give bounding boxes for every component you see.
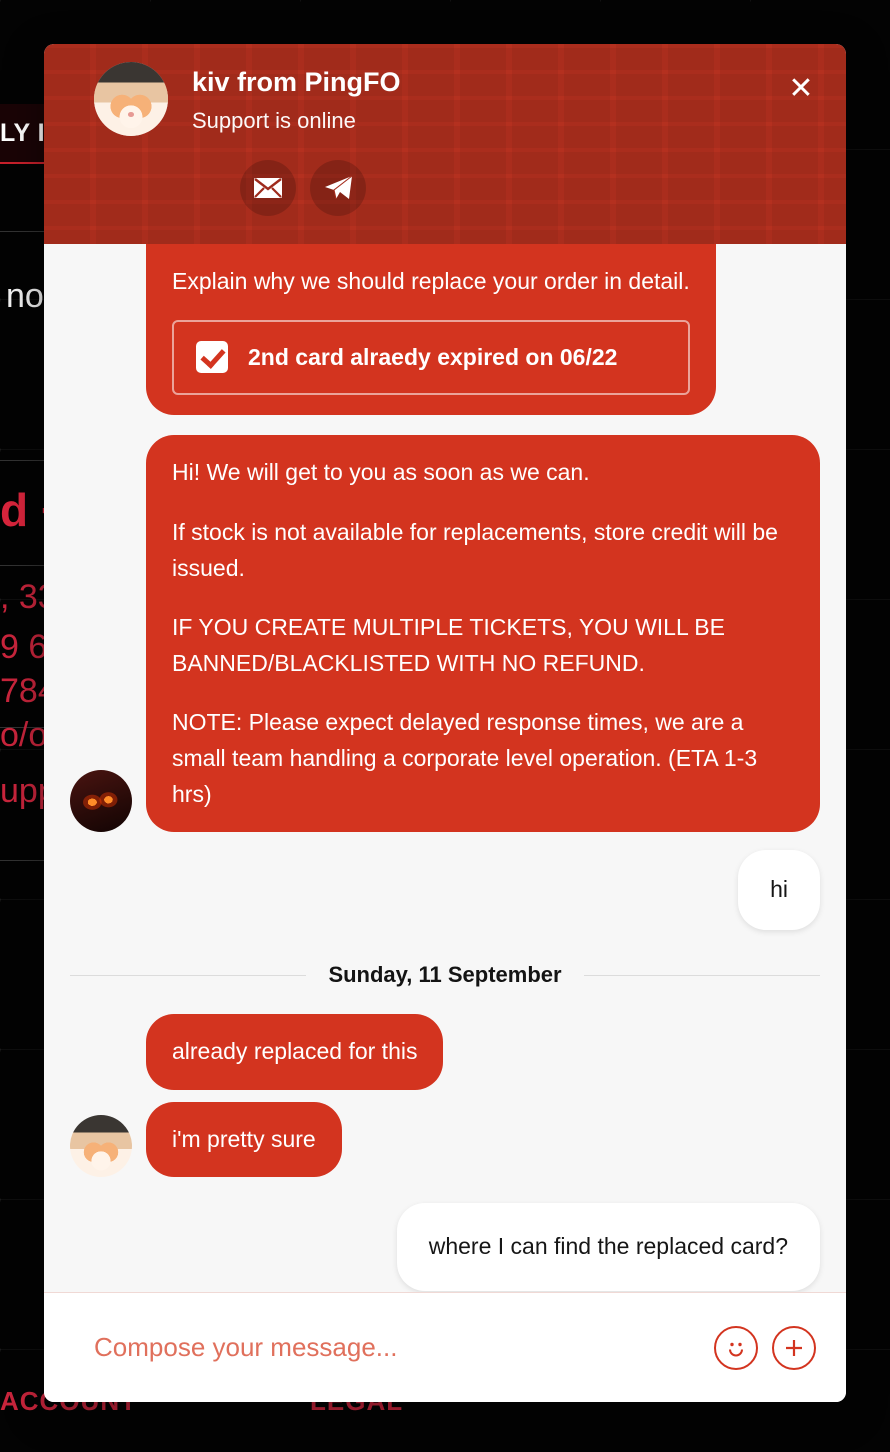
- message-text: hi: [770, 876, 788, 903]
- divider-line: [583, 974, 821, 976]
- message-list[interactable]: Explain why we should replace your order…: [44, 244, 846, 1292]
- emoji-button[interactable]: [714, 1325, 758, 1370]
- chat-header-actions: [240, 160, 820, 216]
- chat-title: kiv from PingFO: [192, 67, 401, 97]
- page-background: LY IS not d + , 33 9 6/ 784 o/o upp ACCO…: [0, 0, 890, 1452]
- message-row: i'm pretty sure: [70, 1101, 820, 1178]
- message-text: Explain why we should replace your order…: [172, 268, 690, 294]
- composer-bar: [44, 1292, 846, 1402]
- paper-plane-icon: [325, 175, 353, 200]
- cat-avatar-image: [70, 1115, 132, 1178]
- composer-actions: [714, 1325, 816, 1370]
- avatar: [94, 62, 168, 136]
- option-label: 2nd card alraedy expired on 06/22: [248, 343, 618, 370]
- checkbox-checked-icon[interactable]: [196, 341, 228, 374]
- envelope-icon: [254, 178, 282, 198]
- message-text: NOTE: Please expect delayed response tim…: [172, 709, 758, 807]
- message-row: already replaced for this: [70, 1014, 820, 1090]
- telegram-button[interactable]: [310, 160, 366, 216]
- close-icon[interactable]: ✕: [784, 74, 818, 108]
- message-text: IF YOU CREATE MULTIPLE TICKETS, YOU WILL…: [172, 614, 725, 676]
- option-checkbox-row[interactable]: 2nd card alraedy expired on 06/22: [172, 319, 690, 396]
- message-bubble-agent: Explain why we should replace your order…: [146, 244, 716, 416]
- avatar: [70, 1115, 132, 1178]
- chat-status: Support is online: [192, 108, 356, 134]
- email-button[interactable]: [240, 160, 296, 216]
- message-bubble-agent: already replaced for this: [146, 1014, 444, 1090]
- message-row: hi: [70, 850, 820, 931]
- message-row: Explain why we should replace your order…: [70, 244, 820, 416]
- add-attachment-button[interactable]: [772, 1325, 816, 1370]
- avatar-spacer: [70, 1028, 132, 1090]
- message-row: where I can find the replaced card?: [70, 1203, 820, 1291]
- message-text: where I can find the replaced card?: [428, 1233, 788, 1260]
- chat-header: kiv from PingFO Support is online ✕: [44, 44, 846, 244]
- message-bubble-user: hi: [738, 850, 820, 931]
- plus-icon: [786, 1339, 802, 1356]
- message-text: i'm pretty sure: [172, 1125, 316, 1152]
- cat-avatar-image: [94, 62, 168, 136]
- dark-avatar-image: [70, 770, 132, 833]
- message-text: already replaced for this: [172, 1038, 418, 1065]
- chat-widget: kiv from PingFO Support is online ✕ Expl…: [44, 44, 846, 1402]
- smiley-icon: [729, 1342, 743, 1356]
- message-text: If stock is not available for replacemen…: [172, 518, 778, 581]
- date-divider: Sunday, 11 September: [70, 962, 821, 988]
- chat-header-top: kiv from PingFO Support is online: [94, 62, 820, 136]
- message-bubble-agent: i'm pretty sure: [146, 1101, 342, 1178]
- date-divider-label: Sunday, 11 September: [328, 962, 562, 988]
- background-red-line: o/o: [0, 716, 48, 754]
- chat-header-titles: kiv from PingFO Support is online: [192, 62, 401, 134]
- message-input[interactable]: [94, 1332, 714, 1363]
- message-row: Hi! We will get to you as soon as we can…: [70, 435, 820, 833]
- message-text: Hi! We will get to you as soon as we can…: [172, 459, 590, 486]
- avatar-spacer: [70, 353, 132, 415]
- message-bubble-user: where I can find the replaced card?: [396, 1203, 820, 1291]
- divider-line: [70, 974, 307, 976]
- message-bubble-agent: Hi! We will get to you as soon as we can…: [146, 435, 820, 833]
- avatar: [70, 770, 132, 833]
